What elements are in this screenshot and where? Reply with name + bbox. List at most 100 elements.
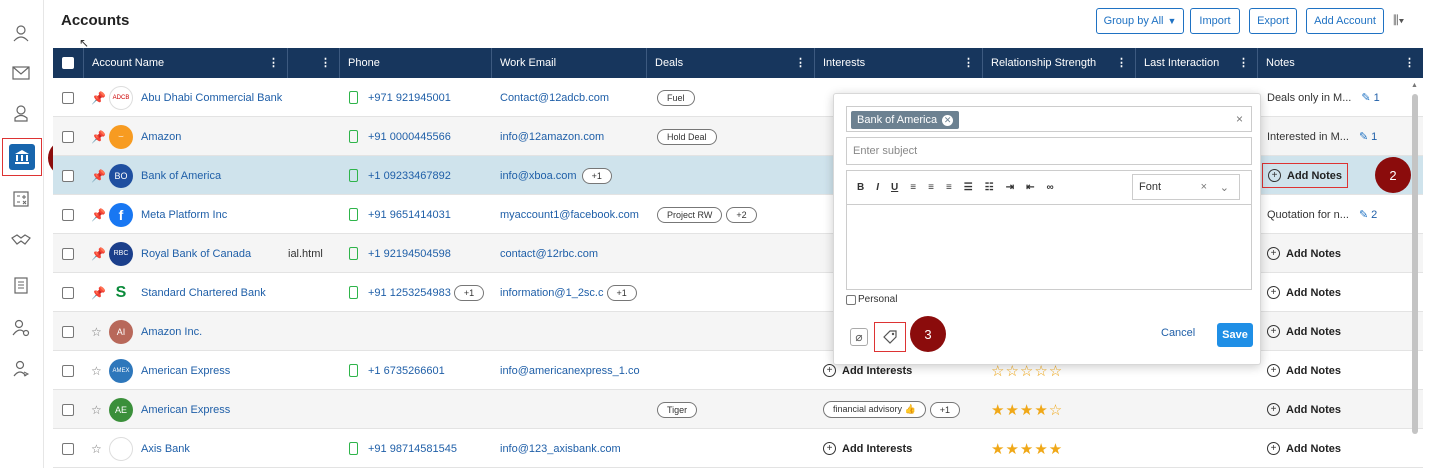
bold-button[interactable]: B bbox=[857, 182, 864, 193]
add-notes-button[interactable]: Add Notes bbox=[1286, 365, 1341, 377]
add-interests-button[interactable]: Add Interests bbox=[842, 443, 912, 455]
email-link[interactable]: info@12amazon.com bbox=[500, 131, 604, 143]
more-pill[interactable]: +2 bbox=[726, 206, 757, 223]
column-menu-icon[interactable]: ⋮ bbox=[1238, 56, 1249, 69]
account-name-link[interactable]: American Express bbox=[141, 404, 230, 416]
account-name-link[interactable]: Amazon bbox=[141, 131, 181, 143]
align-center-icon[interactable]: ≡ bbox=[928, 182, 934, 193]
user-arrow-icon[interactable] bbox=[8, 356, 34, 382]
col-deals[interactable]: Deals ⋮ bbox=[647, 48, 815, 78]
outdent-icon[interactable]: ⇤ bbox=[1026, 182, 1034, 193]
bullet-list-icon[interactable]: ☰ bbox=[964, 182, 973, 193]
row-checkbox-box[interactable] bbox=[62, 364, 74, 377]
note-text[interactable]: Interested in M... bbox=[1267, 131, 1349, 143]
column-menu-icon[interactable]: ⋮ bbox=[963, 56, 974, 69]
calculator-icon[interactable] bbox=[8, 186, 34, 212]
row-checkbox-box[interactable] bbox=[62, 130, 74, 143]
account-name-link[interactable]: Abu Dhabi Commercial Bank bbox=[141, 92, 282, 104]
personal-checkbox-row[interactable]: Personal bbox=[846, 294, 897, 305]
col-relationship[interactable]: Relationship Strength ⋮ bbox=[983, 48, 1136, 78]
email-link[interactable]: information@1_2sc.c bbox=[500, 287, 604, 299]
note-count[interactable]: 1 bbox=[1371, 131, 1377, 143]
clear-icon[interactable]: × bbox=[1236, 112, 1243, 126]
add-account-button[interactable]: Add Account bbox=[1306, 8, 1384, 34]
pin-outline-icon[interactable]: ☆ bbox=[91, 403, 102, 417]
account-name-link[interactable]: Axis Bank bbox=[141, 443, 190, 455]
add-notes-button[interactable]: Add Notes bbox=[1286, 443, 1341, 455]
email-link[interactable]: info@123_axisbank.com bbox=[500, 443, 621, 455]
row-checkbox-box[interactable] bbox=[62, 247, 74, 260]
note-editor[interactable] bbox=[846, 204, 1252, 290]
email-link[interactable]: Contact@12adcb.com bbox=[500, 92, 609, 104]
row-checkbox-box[interactable] bbox=[62, 169, 74, 182]
user-settings-icon[interactable] bbox=[8, 315, 34, 341]
pin-icon[interactable]: 📌 bbox=[91, 208, 106, 222]
chip-remove-icon[interactable]: ✕ bbox=[942, 114, 954, 126]
col-extra[interactable]: ⋮ bbox=[288, 48, 340, 78]
font-select[interactable]: Font × ⌄ bbox=[1132, 174, 1240, 200]
pin-outline-icon[interactable]: ☆ bbox=[91, 325, 102, 339]
row-checkbox[interactable] bbox=[62, 78, 74, 117]
row-checkbox-box[interactable] bbox=[62, 442, 74, 455]
column-settings-icon[interactable]: ⫼▾ bbox=[1393, 13, 1404, 28]
add-notes-button[interactable]: Add Notes bbox=[1286, 287, 1341, 299]
clear-icon[interactable]: × bbox=[1201, 181, 1207, 193]
note-text[interactable]: Deals only in M... bbox=[1267, 92, 1351, 104]
note-count[interactable]: 1 bbox=[1374, 92, 1380, 104]
email-link[interactable]: myaccount1@facebook.com bbox=[500, 209, 639, 221]
row-checkbox-box[interactable] bbox=[62, 286, 74, 299]
table-row[interactable]: ☆ Axis Bank +91 98714581545 info@123_axi… bbox=[53, 429, 1423, 468]
interest-pill[interactable]: financial advisory 👍 bbox=[823, 401, 926, 418]
col-phone[interactable]: Phone bbox=[340, 48, 492, 78]
phone-link[interactable]: +1 09233467892 bbox=[368, 170, 451, 182]
email-link[interactable]: info@americanexpress_1.co bbox=[500, 365, 640, 377]
add-notes-button[interactable]: Add Notes bbox=[1286, 404, 1341, 416]
save-button[interactable]: Save bbox=[1217, 323, 1253, 347]
phone-link[interactable]: +91 1253254983 bbox=[368, 287, 451, 299]
tag-icon[interactable] bbox=[874, 322, 906, 352]
deal-pill[interactable]: Project RW bbox=[657, 206, 723, 223]
email-link[interactable]: contact@12rbc.com bbox=[500, 248, 598, 260]
note-edit-icon[interactable]: ✎ bbox=[1361, 91, 1370, 104]
col-notes[interactable]: Notes ⋮ bbox=[1258, 48, 1423, 78]
group-by-button[interactable]: Group by All ▼ bbox=[1096, 8, 1184, 34]
column-menu-icon[interactable]: ⋮ bbox=[795, 56, 806, 69]
column-menu-icon[interactable]: ⋮ bbox=[1404, 56, 1415, 69]
col-account-name[interactable]: Account Name ⋮ bbox=[84, 48, 288, 78]
user-icon[interactable] bbox=[8, 100, 34, 126]
account-name-link[interactable]: Royal Bank of Canada bbox=[141, 248, 251, 260]
account-name-link[interactable]: Meta Platform Inc bbox=[141, 209, 227, 221]
note-text[interactable]: Quotation for n... bbox=[1267, 209, 1349, 221]
add-notes-button[interactable]: Add Notes bbox=[1286, 326, 1341, 338]
pin-icon[interactable]: 📌 bbox=[91, 247, 106, 261]
row-checkbox-box[interactable] bbox=[62, 208, 74, 221]
vertical-scrollbar[interactable]: ▲ bbox=[1411, 82, 1419, 462]
note-edit-icon[interactable]: ✎ bbox=[1359, 130, 1368, 143]
note-edit-icon[interactable]: ✎ bbox=[1359, 208, 1368, 221]
deal-pill[interactable]: Hold Deal bbox=[657, 128, 717, 145]
deal-pill[interactable]: Tiger bbox=[657, 401, 698, 418]
more-pill[interactable]: +1 bbox=[453, 284, 485, 301]
account-name-link[interactable]: Amazon Inc. bbox=[141, 326, 202, 338]
import-button[interactable]: Import bbox=[1190, 8, 1240, 34]
pin-icon[interactable]: 📌 bbox=[91, 91, 106, 105]
relationship-stars[interactable]: ★★★★★ bbox=[991, 440, 1063, 458]
column-menu-icon[interactable]: ⋮ bbox=[320, 56, 331, 69]
clipboard-icon[interactable] bbox=[8, 272, 34, 298]
phone-link[interactable]: +91 98714581545 bbox=[368, 443, 457, 455]
pin-icon[interactable]: 📌 bbox=[91, 169, 106, 183]
column-menu-icon[interactable]: ⋮ bbox=[268, 56, 279, 69]
scroll-thumb[interactable] bbox=[1412, 94, 1418, 434]
phone-link[interactable]: +91 0000445566 bbox=[368, 131, 451, 143]
row-checkbox-box[interactable] bbox=[62, 91, 74, 104]
row-checkbox-box[interactable] bbox=[62, 325, 74, 338]
col-last-interaction[interactable]: Last Interaction ⋮ bbox=[1136, 48, 1258, 78]
underline-button[interactable]: U bbox=[891, 182, 898, 193]
attachment-icon[interactable]: ⌀ bbox=[850, 328, 868, 346]
handshake-icon[interactable] bbox=[8, 227, 34, 253]
pin-outline-icon[interactable]: ☆ bbox=[91, 442, 102, 456]
select-all-checkbox[interactable] bbox=[62, 57, 74, 69]
relationship-stars[interactable]: ★★★★☆ bbox=[991, 401, 1063, 419]
more-pill[interactable]: +1 bbox=[606, 284, 637, 301]
phone-link[interactable]: +971 921945001 bbox=[368, 92, 451, 104]
